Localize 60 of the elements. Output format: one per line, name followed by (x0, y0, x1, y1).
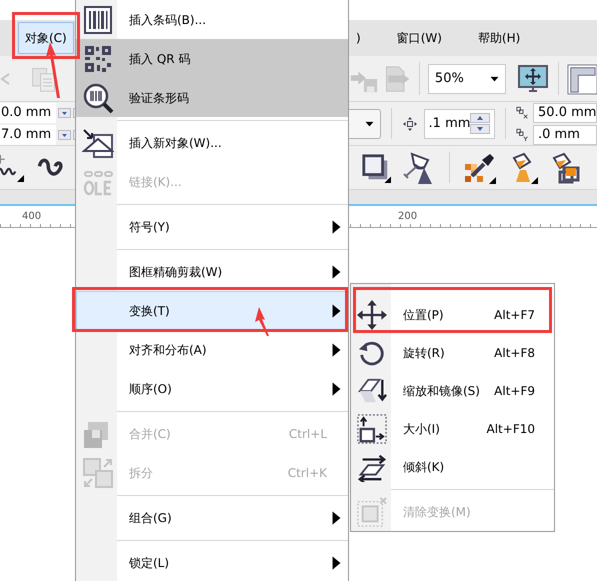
ruler-label: 200 (398, 211, 418, 222)
menu-item[interactable]: 位置(P) Alt+F7 (351, 296, 554, 334)
zoom-dropdown[interactable]: 50% (428, 64, 506, 94)
submenu-arrow-icon (332, 220, 341, 234)
menu-item[interactable]: 符号(Y) (76, 207, 348, 246)
duplicate-y-icon (516, 126, 530, 142)
ruler-label: 400 (22, 211, 42, 222)
duplicate-distance-field[interactable]: 50.0 mm (533, 102, 597, 122)
menu-item[interactable]: 顺序(O) (76, 369, 348, 408)
submenu-arrow-icon (332, 264, 341, 278)
submenu-arrow-icon (332, 304, 341, 318)
menu-item[interactable]: 组合(G) (76, 498, 348, 537)
caret-icon (490, 74, 500, 83)
submenu-arrow-icon (332, 342, 341, 356)
spin-down-button[interactable] (470, 124, 490, 134)
spin-down-button[interactable] (58, 108, 71, 118)
size-field[interactable]: 0.0 mm (0, 102, 56, 122)
eyedropper-tool-icon[interactable] (464, 152, 496, 184)
menu-item[interactable]: 锁定(L) (76, 543, 348, 581)
menu-item[interactable]: 大小(I) Alt+F10 (351, 410, 554, 448)
skew-icon (357, 452, 387, 482)
clear-transform-icon (357, 497, 387, 527)
barcode-icon (82, 4, 114, 36)
insert-object-icon (82, 126, 114, 158)
menu-bar-item[interactable]: 窗口(W) (390, 22, 449, 54)
submenu-arrow-icon (332, 556, 341, 570)
caret-icon (364, 119, 374, 128)
transparency-tool-icon[interactable] (401, 152, 435, 184)
split-icon (82, 456, 114, 488)
menu-item[interactable]: 插入新对象(W)... (76, 123, 348, 162)
duplicate-x-icon (516, 104, 530, 120)
size-icon (357, 414, 387, 444)
spin-down-button[interactable] (58, 130, 71, 140)
move-arrows-icon (357, 300, 387, 330)
down-arrow-icon (477, 127, 484, 131)
menu-item[interactable]: 倾斜(K) (351, 448, 554, 486)
spin-up-button[interactable] (470, 113, 490, 123)
nudge-icon (402, 116, 418, 132)
menu-bar-item[interactable]: ) (349, 22, 368, 54)
nudge-field[interactable]: .1 mm (424, 108, 496, 138)
full-screen-icon[interactable] (516, 62, 550, 94)
duplicate-distance-field[interactable]: .0 mm (533, 124, 597, 144)
menu-item[interactable]: 验证条形码 (76, 78, 348, 117)
shadow-tool-icon[interactable] (361, 152, 391, 182)
menu-item[interactable]: 插入 QR 码 (76, 39, 348, 78)
menu-item[interactable]: 缩放和镜像(S) Alt+F9 (351, 372, 554, 410)
menu-bar-item[interactable]: 帮助(H) (470, 22, 528, 54)
menu-item[interactable]: 对齐和分布(A) (76, 330, 348, 369)
submenu-arrow-icon (332, 382, 341, 396)
menu-item[interactable]: 插入条码(B)... (76, 0, 348, 39)
menu-item[interactable]: 旋转(R) Alt+F8 (351, 334, 554, 372)
size-field[interactable]: 7.0 mm (0, 124, 56, 144)
up-arrow-icon (477, 116, 484, 120)
menu-item[interactable]: 变换(T) (76, 291, 348, 330)
ruler-icon[interactable] (566, 62, 597, 94)
freehand-tool-icon[interactable] (0, 154, 24, 182)
magnifier-icon (82, 82, 114, 114)
submenu-arrow-icon (332, 510, 341, 524)
menu-item[interactable]: 图框精确剪裁(W) (76, 252, 348, 291)
menu-bar-item[interactable]: 对象(C) (18, 22, 74, 54)
